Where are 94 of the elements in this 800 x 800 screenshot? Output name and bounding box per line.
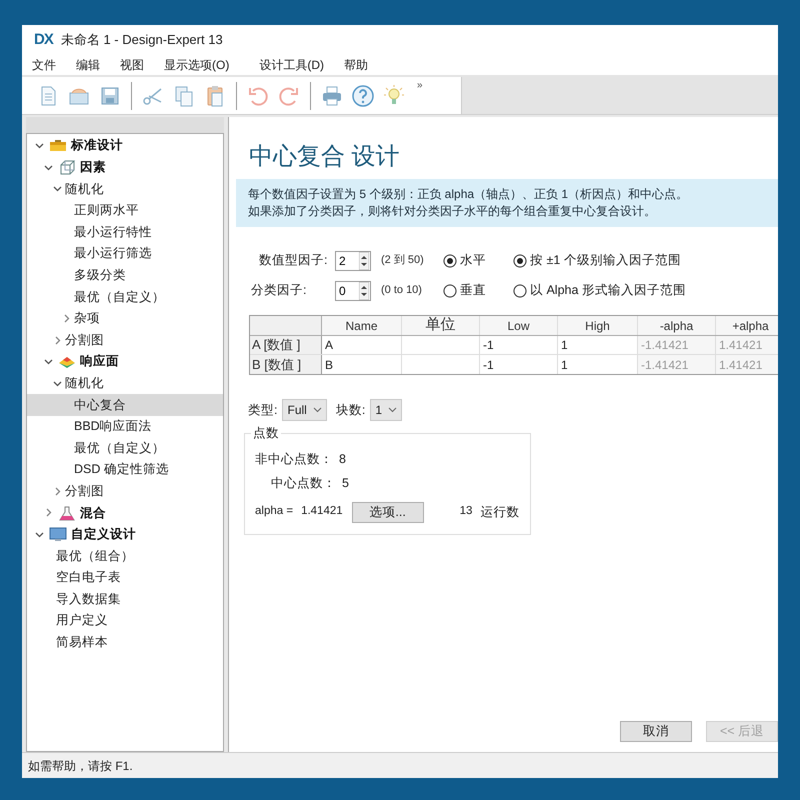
- chevron-down-icon[interactable]: [35, 530, 44, 539]
- cube-icon: [58, 159, 76, 176]
- radio-on-icon[interactable]: [443, 254, 457, 268]
- field-value: 1.41421: [301, 504, 343, 520]
- chevron-down-icon[interactable]: [53, 184, 62, 194]
- help-icon[interactable]: [351, 84, 375, 108]
- tree-item[interactable]: 最优（组合）: [27, 545, 223, 567]
- row-header: B [数值 ]: [250, 355, 322, 374]
- runs-label: 运行数: [480, 504, 520, 521]
- menu-item[interactable]: 文件: [32, 56, 56, 74]
- menu-item[interactable]: 编辑: [76, 56, 100, 74]
- field-label: 中心点数：: [271, 474, 336, 492]
- field-label: 分类因子:: [250, 282, 308, 300]
- flask-icon: [58, 504, 76, 521]
- field-label: 类型:: [248, 402, 278, 419]
- column-header[interactable]: +alpha: [716, 316, 778, 335]
- dropdown[interactable]: Full: [282, 399, 327, 421]
- chevron-right-icon[interactable]: [53, 336, 62, 345]
- field-value: 5: [342, 474, 349, 492]
- tree-item[interactable]: 用户定义: [27, 610, 223, 632]
- tree-item[interactable]: 分割图: [27, 329, 223, 351]
- radio-off-icon[interactable]: [443, 284, 457, 298]
- menu-item[interactable]: 帮助: [344, 56, 368, 74]
- tree-item[interactable]: DSD 确定性筛选: [27, 458, 223, 480]
- chevron-right-icon[interactable]: [62, 314, 71, 324]
- row-header: A [数值 ]: [250, 336, 322, 354]
- column-header[interactable]: Low: [480, 316, 558, 335]
- tree-item[interactable]: 简易样本: [27, 632, 223, 654]
- options-button[interactable]: 选项...: [352, 502, 424, 522]
- runs-count: 13: [460, 504, 472, 520]
- spinner-field[interactable]: 0: [335, 280, 371, 300]
- printer-icon[interactable]: [320, 84, 344, 108]
- status-text: 如需帮助，请按 F1.: [28, 758, 133, 774]
- menu-item[interactable]: 视图: [120, 56, 144, 74]
- info-text: 每个数值因子设置为 5 个级别：正负 alpha（轴点）、正负 1（析因点）和中心点。: [248, 186, 690, 203]
- field-label: 块数:: [336, 402, 366, 419]
- field-value: 8: [339, 450, 346, 468]
- tree-item[interactable]: 正则两水平: [27, 200, 223, 222]
- chevron-down-icon[interactable]: [44, 162, 53, 172]
- radio-button[interactable]: 按 ±1 个级别输入因子范围: [513, 251, 681, 270]
- spinner-field[interactable]: 2: [335, 250, 371, 270]
- tree-item[interactable]: 标准设计: [27, 135, 223, 157]
- tree-item[interactable]: 分割图: [27, 480, 223, 502]
- tree-item[interactable]: 多级分类: [27, 264, 223, 286]
- menu-item[interactable]: 显示选项(O): [164, 56, 230, 74]
- tree-item[interactable]: 随机化: [27, 178, 223, 200]
- tree-item[interactable]: 混合: [27, 502, 223, 524]
- spin-arrows-icon[interactable]: [359, 252, 369, 270]
- radio-button[interactable]: 垂直: [443, 281, 486, 300]
- table-cell[interactable]: A: [322, 336, 402, 354]
- tree-item[interactable]: 中心复合: [27, 394, 223, 416]
- tree-item[interactable]: 杂项: [27, 308, 223, 330]
- monitor-icon: [49, 526, 67, 542]
- field-label: 数值型因子:: [258, 252, 328, 270]
- menu-item[interactable]: 设计工具(D): [259, 56, 324, 74]
- tree-item[interactable]: BBD响应面法: [27, 416, 223, 438]
- column-header[interactable]: 单位: [402, 316, 480, 335]
- column-header[interactable]: Name: [322, 316, 402, 335]
- tree-item[interactable]: 最优（自定义）: [27, 437, 223, 459]
- tree-item[interactable]: 最小运行特性: [27, 221, 223, 243]
- radio-button[interactable]: 以 Alpha 形式输入因子范围: [513, 281, 686, 300]
- field-label: alpha =: [255, 504, 294, 520]
- column-header[interactable]: High: [558, 316, 638, 335]
- caret-icon[interactable]: [388, 407, 397, 413]
- chevron-down-icon[interactable]: [44, 357, 53, 366]
- chevron-down-icon[interactable]: [53, 378, 62, 388]
- field-label: 非中心点数：: [255, 450, 333, 468]
- tree-item[interactable]: 自定义设计: [27, 524, 223, 546]
- caret-icon[interactable]: [312, 407, 322, 413]
- app-logo: DX: [34, 30, 53, 50]
- tree-item[interactable]: 空白电子表: [27, 566, 223, 588]
- info-text: 如果添加了分类因子，则将针对分类因子水平的每个组合重复中心复合设计。: [248, 203, 657, 220]
- overflow-button[interactable]: »: [417, 78, 423, 93]
- column-header[interactable]: -alpha: [638, 316, 716, 335]
- spin-arrows-icon[interactable]: [359, 282, 369, 300]
- page-title: 中心复合 设计: [248, 142, 401, 172]
- window-title: 未命名 1 - Design-Expert 13: [60, 31, 223, 50]
- tree-item[interactable]: 导入数据集: [27, 588, 223, 610]
- cancel-button[interactable]: 取消: [620, 721, 692, 742]
- range-hint: (2 到 50): [381, 253, 425, 268]
- radio-button[interactable]: 水平: [443, 251, 486, 270]
- tree-item[interactable]: 最小运行筛选: [27, 242, 223, 265]
- chevron-right-icon[interactable]: [44, 508, 53, 518]
- tree-item[interactable]: 最优（自定义）: [27, 286, 223, 308]
- dropdown[interactable]: 1: [370, 399, 402, 421]
- tree-item[interactable]: 因素: [27, 156, 223, 178]
- radio-on-icon[interactable]: [513, 254, 527, 268]
- tree-item[interactable]: 响应面: [27, 350, 223, 373]
- tree-item[interactable]: 随机化: [27, 372, 223, 394]
- radio-off-icon[interactable]: [513, 284, 527, 298]
- range-hint: (0 to 10): [381, 283, 423, 298]
- chevron-right-icon[interactable]: [53, 486, 62, 496]
- briefcase-icon: [49, 138, 67, 154]
- chevron-down-icon[interactable]: [35, 141, 44, 150]
